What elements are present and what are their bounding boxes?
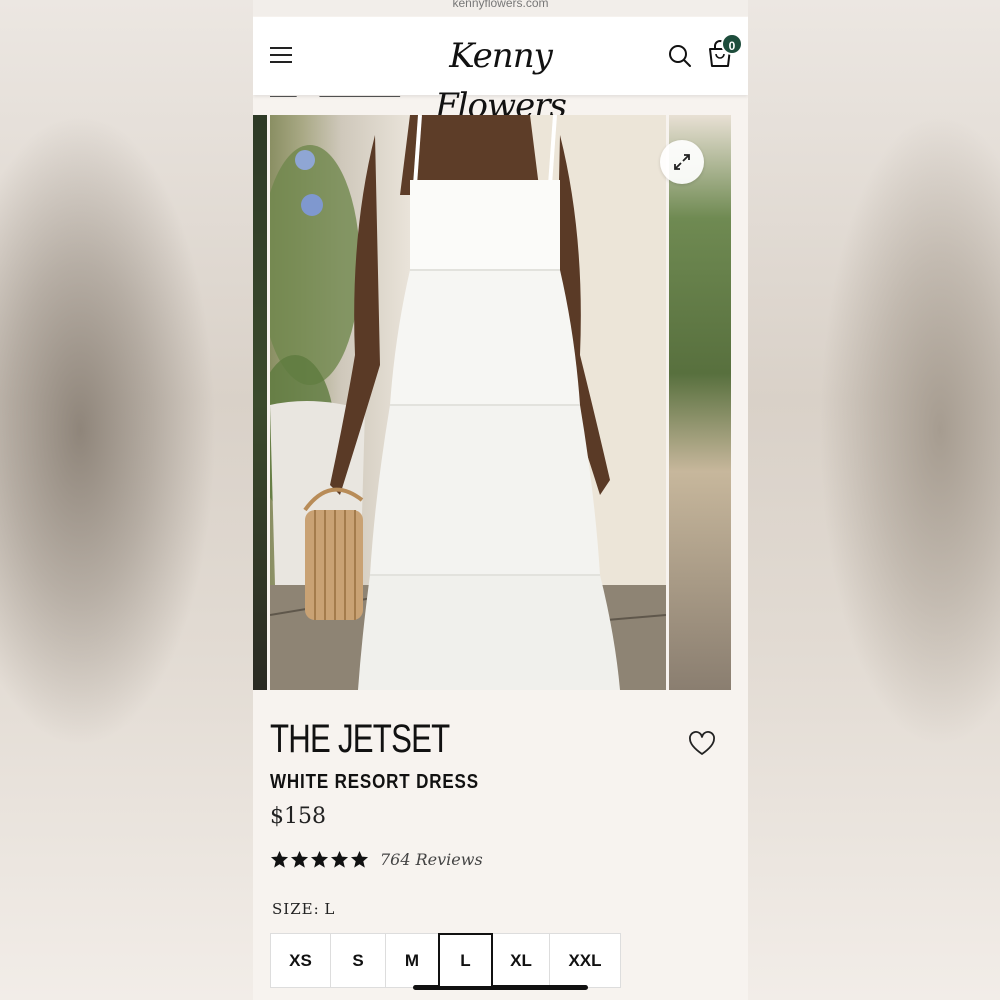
size-option-l[interactable]: L — [438, 933, 493, 988]
size-label: SIZE: L — [272, 900, 334, 918]
star-rating[interactable] — [270, 850, 369, 869]
product-info: THE JETSET WHITE RESORT DRESS $158 764 R… — [270, 715, 730, 871]
search-icon[interactable] — [667, 42, 693, 70]
product-subtitle: WHITE RESORT DRESS — [270, 771, 479, 793]
size-option-xs[interactable]: XS — [270, 933, 331, 988]
size-option-m[interactable]: M — [385, 933, 439, 988]
product-gallery[interactable] — [253, 115, 748, 690]
expand-icon[interactable] — [660, 140, 704, 184]
size-label-text: SIZE: — [272, 900, 320, 918]
product-photo[interactable] — [270, 115, 666, 690]
size-option-xxl[interactable]: XXL — [549, 933, 621, 988]
star-icon — [310, 850, 329, 868]
star-icon — [350, 850, 369, 868]
size-selector: XS S M L XL XXL — [270, 933, 621, 988]
url-bar[interactable]: kennyflowers.com — [253, 0, 748, 16]
url-text: kennyflowers.com — [452, 0, 549, 10]
size-option-xl[interactable]: XL — [492, 933, 550, 988]
gallery-next-image[interactable] — [669, 115, 731, 690]
star-icon — [270, 850, 289, 868]
hamburger-icon[interactable] — [270, 47, 292, 65]
star-icon — [290, 850, 309, 868]
phone-screen: kennyflowers.com Home Women's Dresses Th… — [253, 0, 748, 1000]
heart-icon[interactable] — [688, 731, 716, 757]
reviews-link[interactable]: 764 Reviews — [380, 850, 483, 869]
site-logo[interactable]: Kenny Flowers — [403, 31, 598, 126]
gallery-prev-image[interactable] — [253, 115, 267, 690]
rating-row: 764 Reviews — [270, 847, 730, 871]
size-option-s[interactable]: S — [330, 933, 386, 988]
product-price: $158 — [270, 804, 326, 829]
star-icon — [330, 850, 349, 868]
cart-count-badge: 0 — [721, 33, 743, 55]
size-selected-value: L — [324, 900, 335, 918]
site-header: Kenny Flowers 0 — [253, 17, 748, 126]
product-title: THE JETSET — [270, 717, 450, 761]
